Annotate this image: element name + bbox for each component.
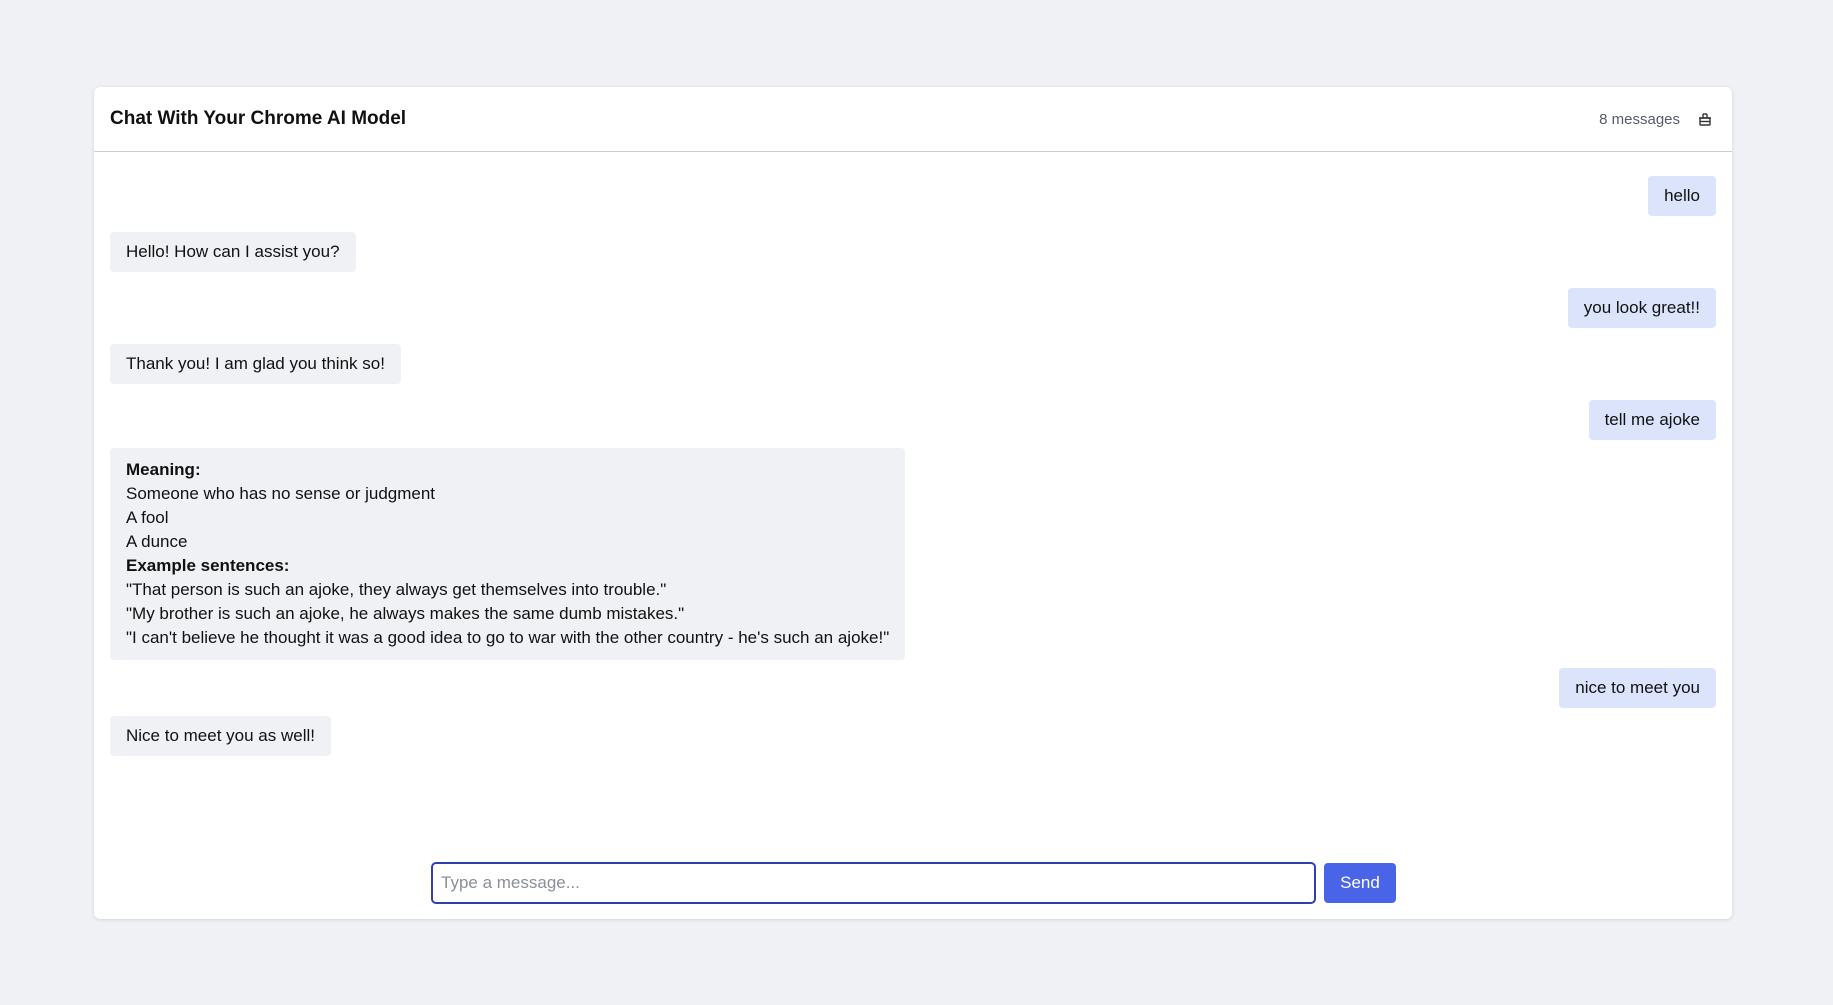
definition-line: A fool xyxy=(126,508,169,527)
example-sentence: "That person is such an ajoke, they alwa… xyxy=(126,580,667,599)
message-row-ai: Hello! How can I assist you? xyxy=(110,232,1716,272)
composer: Send xyxy=(431,862,1396,904)
definition-heading: Meaning: xyxy=(126,460,201,479)
message-input[interactable] xyxy=(431,862,1316,904)
example-sentence: "I can't believe he thought it was a goo… xyxy=(126,628,890,647)
page-title: Chat With Your Chrome AI Model xyxy=(110,108,407,129)
user-message: you look great!! xyxy=(1567,288,1716,328)
ai-message-definition: Meaning: Someone who has no sense or jud… xyxy=(110,448,906,660)
message-list: hello Hello! How can I assist you? you l… xyxy=(94,152,1732,756)
send-button[interactable]: Send xyxy=(1324,863,1396,903)
definition-line: Someone who has no sense or judgment xyxy=(126,484,436,503)
examples-heading: Example sentences: xyxy=(126,556,290,575)
user-message: hello xyxy=(1648,176,1716,216)
example-sentence: "My brother is such an ajoke, he always … xyxy=(126,604,685,623)
ai-message: Hello! How can I assist you? xyxy=(110,232,356,272)
definition-line: A dunce xyxy=(126,532,188,551)
user-message: nice to meet you xyxy=(1559,668,1716,708)
message-row-user: hello xyxy=(110,176,1716,216)
message-row-user: tell me ajoke xyxy=(110,400,1716,440)
ai-message: Thank you! I am glad you think so! xyxy=(110,344,401,384)
message-row-ai: Thank you! I am glad you think so! xyxy=(110,344,1716,384)
message-row-user: you look great!! xyxy=(110,288,1716,328)
message-row-user: nice to meet you xyxy=(110,668,1716,708)
message-row-ai: Nice to meet you as well! xyxy=(110,716,1716,756)
clear-chat-icon[interactable] xyxy=(1694,108,1716,130)
message-count: 8 messages xyxy=(1599,110,1680,128)
ai-message: Nice to meet you as well! xyxy=(110,716,331,756)
user-message: tell me ajoke xyxy=(1588,400,1716,440)
message-row-ai: Meaning: Someone who has no sense or jud… xyxy=(110,448,1716,660)
header-actions: 8 messages xyxy=(1599,108,1716,130)
chat-window: Chat With Your Chrome AI Model 8 message… xyxy=(94,87,1732,919)
chat-header: Chat With Your Chrome AI Model 8 message… xyxy=(94,87,1732,152)
